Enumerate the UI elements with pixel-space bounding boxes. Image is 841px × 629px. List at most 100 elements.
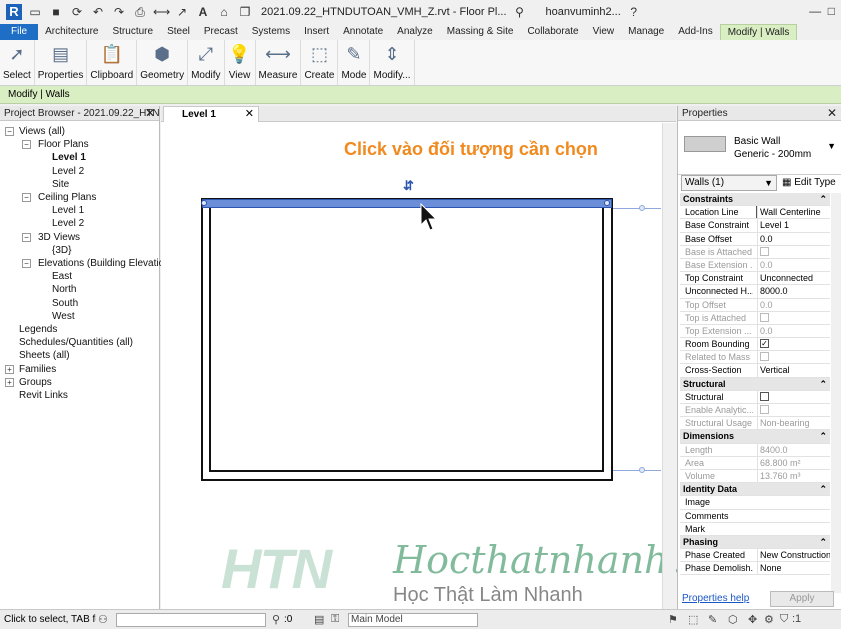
ribbon-measure-button[interactable]: ⟷ Measure	[256, 40, 302, 85]
switch-windows-icon[interactable]: ❐	[237, 4, 253, 20]
close-icon[interactable]: ✕	[145, 106, 155, 120]
close-icon[interactable]: ✕	[827, 106, 837, 120]
properties-scrollbar[interactable]	[831, 193, 841, 593]
workset-combo[interactable]	[116, 613, 266, 627]
tab-insert[interactable]: Insert	[297, 24, 336, 40]
redo-icon[interactable]: ↷	[111, 4, 127, 20]
property-group-header[interactable]: Phasing ⌃	[680, 535, 830, 550]
settings-gear-icon[interactable]: ⚙	[764, 613, 774, 626]
tab-architecture[interactable]: Architecture	[38, 24, 105, 40]
tab-modify-walls[interactable]: Modify | Walls	[719, 24, 798, 40]
tab-analyze[interactable]: Analyze	[390, 24, 440, 40]
apply-button[interactable]: Apply	[770, 591, 834, 607]
selected-wall[interactable]	[202, 199, 612, 208]
browser-node[interactable]: Floor Plans	[38, 138, 89, 151]
view-scrollbar[interactable]	[662, 123, 676, 609]
property-group-header[interactable]: Constraints ⌃	[680, 193, 830, 207]
filter-icon[interactable]: ⛉	[780, 613, 788, 626]
select-by-face-icon[interactable]: ⬡	[728, 613, 738, 626]
tab-massing-site[interactable]: Massing & Site	[440, 24, 521, 40]
design-option-combo[interactable]: Main Model	[348, 613, 478, 627]
revit-logo-icon[interactable]: R	[6, 4, 22, 20]
browser-node[interactable]: Revit Links	[19, 389, 68, 402]
dimension-grip[interactable]	[639, 205, 645, 211]
wall-end-grip[interactable]	[201, 200, 207, 206]
editing-requests-icon[interactable]: ⚲	[272, 613, 280, 626]
browser-node[interactable]: Sheets (all)	[19, 349, 70, 362]
wall-end-grip[interactable]	[604, 200, 610, 206]
property-group-header[interactable]: Identity Data ⌃	[680, 483, 830, 497]
dimension-grip[interactable]	[639, 467, 645, 473]
tab-manage[interactable]: Manage	[621, 24, 671, 40]
measure-qat-icon[interactable]: ⟷	[153, 4, 170, 20]
3d-view-icon[interactable]: ⌂	[216, 4, 232, 20]
ribbon-modify-button[interactable]: ⇕ Modify...	[370, 40, 415, 85]
browser-node[interactable]: 3D Views	[38, 231, 80, 244]
undo-icon[interactable]: ↶	[90, 4, 106, 20]
tab-add-ins[interactable]: Add-Ins	[671, 24, 719, 40]
tab-view[interactable]: View	[586, 24, 622, 40]
drawing-area[interactable]: Level 1 ✕ Click vào đối tượng cần chọn H…	[161, 106, 727, 609]
browser-node[interactable]: Level 2	[52, 165, 84, 178]
help-icon[interactable]: ?	[626, 4, 642, 20]
property-value[interactable]: Unconnected	[757, 272, 830, 285]
tab-steel[interactable]: Steel	[160, 24, 197, 40]
tab-annotate[interactable]: Annotate	[336, 24, 390, 40]
user-name[interactable]: hoanvuminh2...	[546, 6, 621, 18]
browser-node[interactable]: Level 2	[52, 217, 84, 230]
select-underlay-icon[interactable]: ⬚	[688, 613, 698, 626]
drag-elements-icon[interactable]: ✥	[748, 613, 757, 626]
browser-node[interactable]: East	[52, 270, 72, 283]
ribbon-mode-button[interactable]: ✎ Mode	[338, 40, 371, 85]
flip-orientation-icon[interactable]: ⇵	[403, 178, 414, 194]
tree-expander-icon[interactable]: +	[5, 364, 14, 374]
browser-node[interactable]: Elevations (Building Elevation)	[38, 257, 173, 270]
chevron-down-icon[interactable]: ▼	[827, 141, 836, 151]
property-value[interactable]: 8000.0	[757, 285, 830, 298]
tab-precast[interactable]: Precast	[197, 24, 245, 40]
collapse-icon[interactable]: ⌃	[819, 378, 827, 390]
ribbon-view-button[interactable]: 💡 View	[225, 40, 256, 85]
browser-node[interactable]: Level 1	[52, 204, 84, 217]
sync-icon[interactable]: ⟳	[69, 4, 85, 20]
wall-inner-edge[interactable]	[209, 206, 604, 472]
ribbon-properties-button[interactable]: ▤ Properties	[35, 40, 88, 85]
collapse-icon[interactable]: ⌃	[819, 536, 827, 548]
ribbon-clipboard-button[interactable]: 📋 Clipboard	[87, 40, 138, 85]
print-icon[interactable]: ⎙	[132, 4, 148, 20]
browser-node[interactable]: Legends	[19, 323, 57, 336]
ribbon-create-button[interactable]: ⬚ Create	[301, 40, 339, 85]
property-value[interactable]: Wall Centerline	[756, 206, 830, 219]
tree-expander-icon[interactable]: −	[22, 259, 31, 268]
tree-expander-icon[interactable]: −	[22, 193, 31, 202]
options-icon[interactable]: ⚿	[331, 613, 339, 626]
property-value[interactable]: None	[757, 562, 830, 575]
property-group-header[interactable]: Structural ⌃	[680, 377, 830, 391]
browser-node[interactable]: {3D}	[52, 244, 71, 257]
browser-node[interactable]: Ceiling Plans	[38, 191, 96, 204]
view-tab-level-1[interactable]: Level 1 ✕	[163, 106, 259, 122]
tree-expander-icon[interactable]: −	[22, 232, 31, 242]
browser-node[interactable]: Families	[19, 363, 56, 376]
instance-filter-dropdown[interactable]: Walls (1) ▼	[681, 175, 777, 191]
collapse-icon[interactable]: ⌃	[819, 193, 827, 205]
tab-systems[interactable]: Systems	[245, 24, 297, 40]
browser-node[interactable]: Schedules/Quantities (all)	[19, 336, 133, 349]
browser-node[interactable]: North	[52, 283, 76, 296]
browser-node[interactable]: Level 1	[52, 151, 86, 164]
select-pinned-icon[interactable]: ✎	[708, 613, 717, 626]
edit-type-button[interactable]: ▦ Edit Type	[782, 175, 836, 191]
tab-structure[interactable]: Structure	[105, 24, 160, 40]
ribbon-geometry-button[interactable]: ⬢ Geometry	[137, 40, 189, 85]
property-value[interactable]: Level 1	[757, 219, 830, 232]
window-controls[interactable]: — □	[809, 4, 835, 18]
collapse-icon[interactable]: ⌃	[819, 483, 827, 495]
browser-node[interactable]: West	[52, 310, 75, 323]
tree-expander-icon[interactable]: −	[22, 140, 31, 150]
properties-help-link[interactable]: Properties help	[682, 593, 749, 604]
browser-node[interactable]: Groups	[19, 376, 52, 389]
property-value[interactable]: 0.0	[757, 232, 830, 245]
ribbon-select-button[interactable]: ➚ Select	[0, 40, 35, 85]
browser-node[interactable]: South	[52, 297, 78, 310]
save-icon[interactable]: ■	[48, 4, 64, 20]
